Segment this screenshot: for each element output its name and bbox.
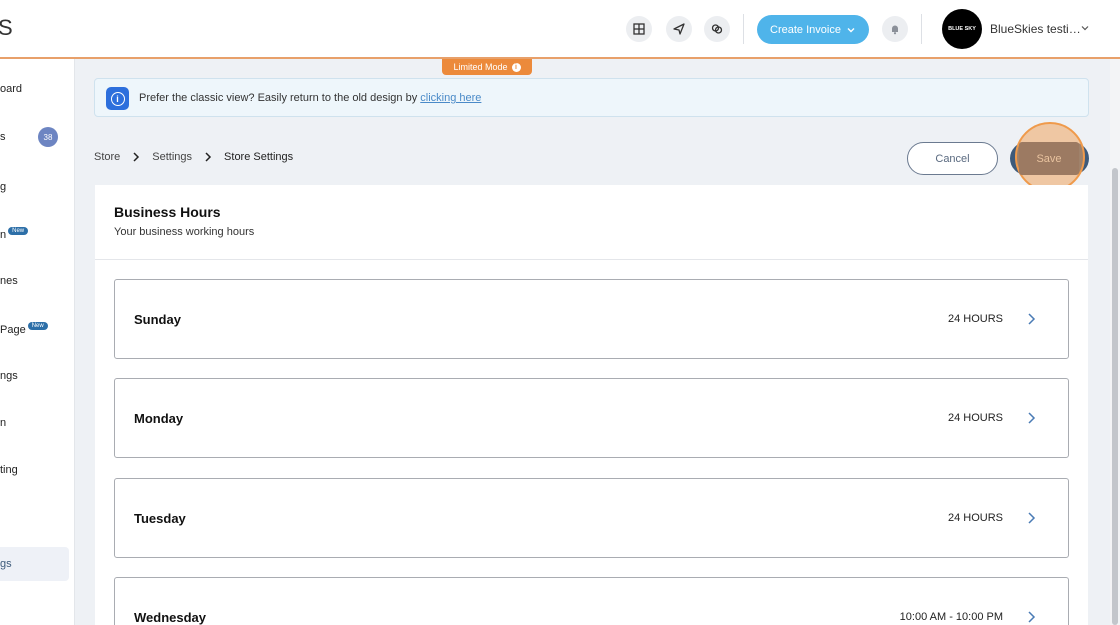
- business-hours-card: Business Hours Your business working hou…: [95, 185, 1088, 625]
- send-icon[interactable]: [666, 16, 692, 42]
- top-bar: S Create Invoice BLUE SKY BlueSkies test…: [0, 0, 1120, 59]
- card-header: Business Hours Your business working hou…: [95, 185, 1088, 260]
- day-row-wednesday[interactable]: Wednesday 10:00 AM - 10:00 PM: [114, 577, 1069, 625]
- toolbar-divider: [743, 14, 744, 44]
- day-hours: 24 HOURS: [947, 412, 1003, 424]
- sidebar: oard s 38 g n New nes Page New ngs n ting …: [0, 59, 75, 625]
- breadcrumb-store[interactable]: Store: [94, 151, 120, 163]
- link-icon[interactable]: [704, 16, 730, 42]
- breadcrumb: Store Settings Store Settings: [94, 151, 293, 163]
- day-name: Monday: [134, 411, 184, 426]
- chevron-right-icon: [1028, 412, 1036, 424]
- sidebar-item-5[interactable]: nes: [0, 275, 18, 287]
- day-name: Wednesday: [134, 610, 207, 625]
- day-row-sunday[interactable]: Sunday 24 HOURS: [114, 279, 1069, 359]
- create-invoice-button[interactable]: Create Invoice: [757, 15, 869, 44]
- sidebar-item-9[interactable]: ting: [0, 464, 18, 476]
- create-invoice-label: Create Invoice: [770, 23, 841, 36]
- sidebar-item-8[interactable]: n: [0, 417, 6, 429]
- info-icon: i: [106, 87, 129, 110]
- info-icon: i: [511, 62, 521, 72]
- breadcrumb-store-settings: Store Settings: [224, 151, 294, 163]
- chevron-down-icon: [847, 27, 855, 32]
- day-name: Sunday: [134, 312, 181, 327]
- card-subtitle: Your business working hours: [114, 226, 255, 238]
- day-hours: 24 HOURS: [947, 313, 1003, 325]
- sidebar-item-7[interactable]: ngs: [0, 370, 18, 382]
- new-badge: New: [27, 322, 48, 330]
- sidebar-item-4[interactable]: n New: [0, 227, 29, 241]
- sidebar-item-6[interactable]: Page New: [0, 322, 48, 336]
- save-button-label[interactable]: Save: [1019, 142, 1079, 175]
- sidebar-item-3[interactable]: g: [0, 181, 6, 193]
- new-badge: New: [8, 227, 29, 235]
- limited-mode-label: Limited Mode: [453, 62, 508, 72]
- limited-mode-tag[interactable]: Limited Mode i: [442, 59, 532, 75]
- scrollbar-thumb[interactable]: [1112, 168, 1118, 625]
- day-hours: 24 HOURS: [947, 512, 1003, 524]
- card-title: Business Hours: [114, 204, 221, 220]
- classic-view-banner: i Prefer the classic view? Easily return…: [94, 78, 1089, 117]
- chevron-right-icon: [133, 152, 140, 162]
- chevron-right-icon: [1028, 512, 1036, 524]
- brand-logo[interactable]: S: [0, 15, 13, 41]
- sidebar-item-dashboard[interactable]: oard: [0, 83, 22, 95]
- chevron-right-icon: [1028, 611, 1036, 623]
- account-name[interactable]: BlueSkies testi…: [990, 22, 1081, 36]
- day-row-monday[interactable]: Monday 24 HOURS: [114, 378, 1069, 458]
- chevron-down-icon[interactable]: [1080, 23, 1090, 33]
- classic-view-link[interactable]: clicking here: [420, 92, 481, 104]
- avatar[interactable]: BLUE SKY: [942, 9, 982, 49]
- sidebar-count-badge: 38: [38, 127, 58, 147]
- banner-text: Prefer the classic view? Easily return t…: [139, 92, 482, 104]
- day-row-tuesday[interactable]: Tuesday 24 HOURS: [114, 478, 1069, 558]
- breadcrumb-settings[interactable]: Settings: [152, 151, 192, 163]
- sidebar-item-orders[interactable]: s: [0, 131, 6, 143]
- toolbar-divider: [921, 14, 922, 44]
- day-hours: 10:00 AM - 10:00 PM: [899, 611, 1003, 623]
- day-name: Tuesday: [134, 511, 186, 526]
- chevron-right-icon: [205, 152, 212, 162]
- cancel-button[interactable]: Cancel: [907, 142, 998, 175]
- grid-icon[interactable]: [626, 16, 652, 42]
- chevron-right-icon: [1028, 313, 1036, 325]
- bell-icon[interactable]: [882, 16, 908, 42]
- sidebar-item-settings[interactable]: gs: [0, 558, 12, 570]
